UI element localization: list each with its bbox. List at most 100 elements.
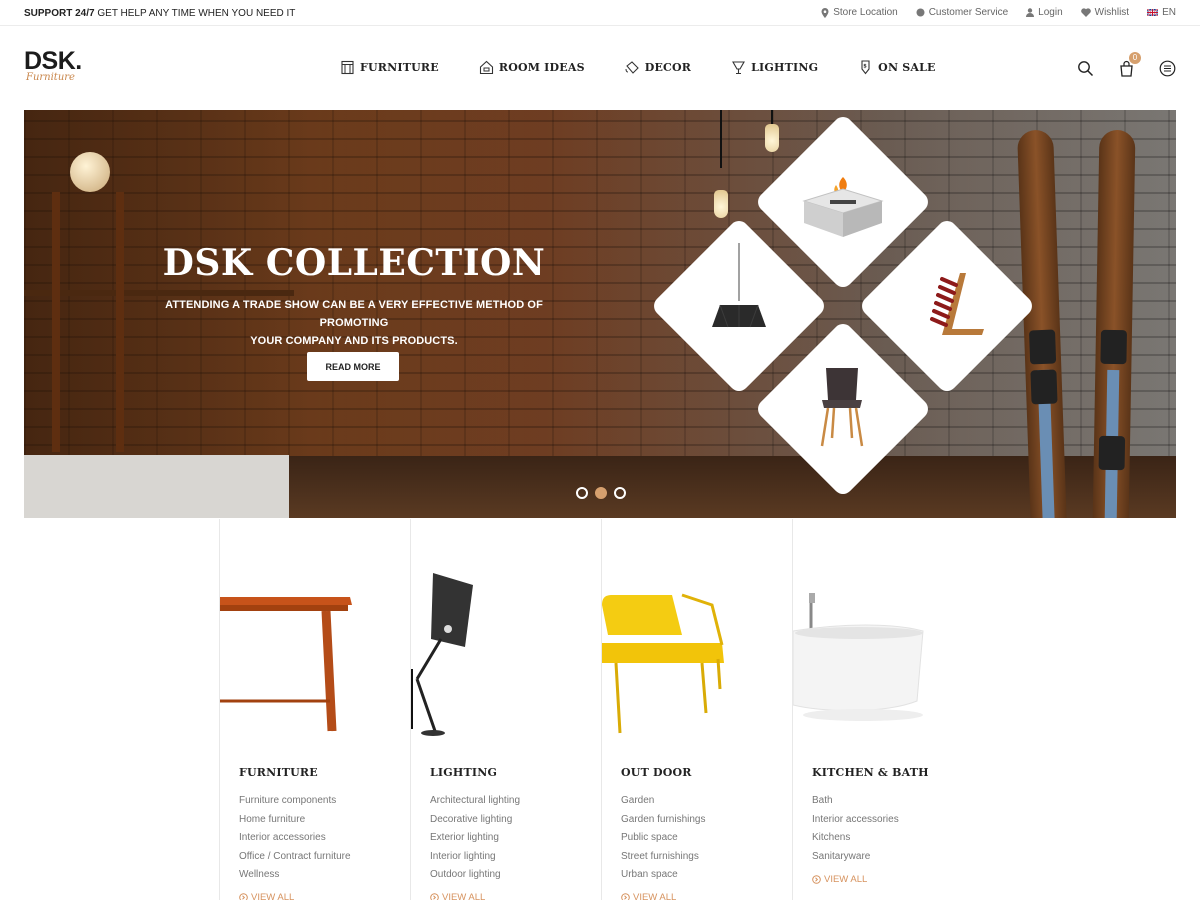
cart-count-badge: 0 — [1129, 52, 1141, 64]
hero-counter — [24, 455, 289, 518]
wishlist-link[interactable]: Wishlist — [1080, 7, 1129, 18]
slider-dot-3[interactable] — [614, 487, 626, 499]
category-link[interactable]: Home furniture — [239, 811, 351, 830]
category-link[interactable]: Furniture components — [239, 792, 351, 811]
arrow-circle-icon — [239, 893, 248, 900]
hero-title: DSK COLLECTION — [162, 242, 546, 284]
store-location-link[interactable]: Store Location — [821, 7, 898, 18]
nav-lighting[interactable]: LIGHTING — [731, 60, 818, 75]
category-link[interactable]: Wellness — [239, 866, 351, 885]
category-link[interactable]: Bath — [812, 792, 899, 811]
hero-subtitle: ATTENDING A TRADE SHOW CAN BE A VERY EFF… — [144, 296, 564, 350]
view-all-label: VIEW ALL — [633, 892, 677, 900]
category-link[interactable]: Outdoor lighting — [430, 866, 520, 885]
language-label: EN — [1162, 7, 1176, 18]
house-icon — [479, 60, 493, 75]
svg-text:$: $ — [863, 64, 867, 70]
main-nav: FURNITURE ROOM IDEAS DECOR LIGHTING $ ON… — [340, 60, 936, 75]
customer-service-label: Customer Service — [928, 7, 1009, 18]
hero-subtitle-line-2: YOUR COMPANY AND ITS PRODUCTS. — [250, 335, 458, 347]
login-label: Login — [1038, 7, 1063, 18]
view-all-link[interactable]: VIEW ALL — [430, 892, 485, 900]
category-title: OUT DOOR — [621, 766, 692, 779]
nav-furniture-label: FURNITURE — [360, 61, 439, 74]
nav-room-ideas[interactable]: ROOM IDEAS — [479, 60, 585, 75]
pendant-cord-2 — [771, 110, 773, 124]
category-link[interactable]: Exterior lighting — [430, 829, 520, 848]
category-link[interactable]: Interior accessories — [239, 829, 351, 848]
header-actions: 0 — [1077, 52, 1176, 77]
category-title: KITCHEN & BATH — [812, 766, 929, 779]
nav-decor-label: DECOR — [644, 61, 692, 74]
nav-room-ideas-label: ROOM IDEAS — [498, 61, 585, 74]
site-logo[interactable]: DSK. Furniture — [24, 47, 82, 84]
nav-furniture[interactable]: FURNITURE — [340, 60, 439, 75]
paint-bucket-icon — [625, 61, 639, 74]
lamp-icon — [732, 61, 746, 75]
nav-decor[interactable]: DECOR — [625, 60, 691, 75]
category-link[interactable]: Urban space — [621, 866, 706, 885]
hero-ski-right — [1092, 129, 1136, 518]
customer-service-link[interactable]: Customer Service — [916, 7, 1008, 18]
pendant-bulb — [714, 190, 728, 218]
cabinet-icon — [341, 60, 354, 75]
logo-subtitle: Furniture — [26, 72, 75, 83]
arrow-circle-icon — [430, 893, 439, 900]
arrow-circle-icon — [812, 875, 821, 884]
category-link[interactable]: Public space — [621, 829, 706, 848]
category-link[interactable]: Office / Contract furniture — [239, 848, 351, 867]
store-location-label: Store Location — [833, 7, 898, 18]
fireplace-image — [802, 177, 884, 237]
menu-icon[interactable] — [1159, 60, 1176, 77]
nav-on-sale-label: ON SALE — [878, 61, 936, 74]
wine-rack-image — [930, 273, 984, 335]
category-kitchen-bath: KITCHEN & BATH Bath Interior accessories… — [792, 519, 983, 900]
category-title: LIGHTING — [430, 766, 498, 779]
hero-stand — [52, 192, 124, 452]
category-links: Garden Garden furnishings Public space S… — [621, 792, 706, 885]
category-link[interactable]: Interior accessories — [812, 811, 899, 830]
category-link[interactable]: Decorative lighting — [430, 811, 520, 830]
hero-subtitle-line-1: ATTENDING A TRADE SHOW CAN BE A VERY EFF… — [165, 299, 543, 329]
pendant-cord — [720, 110, 722, 168]
view-all-link[interactable]: VIEW ALL — [621, 892, 676, 900]
pendant-lamp-image — [712, 243, 766, 328]
category-furniture: FURNITURE Furniture components Home furn… — [219, 519, 410, 900]
category-link[interactable]: Kitchens — [812, 829, 899, 848]
category-link[interactable]: Garden — [621, 792, 706, 811]
view-all-link[interactable]: VIEW ALL — [812, 874, 867, 885]
view-all-label: VIEW ALL — [824, 874, 868, 885]
category-link[interactable]: Interior lighting — [430, 848, 520, 867]
category-link[interactable]: Street furnishings — [621, 848, 706, 867]
read-more-button[interactable]: READ MORE — [307, 352, 399, 381]
user-icon — [1026, 8, 1035, 17]
nav-lighting-label: LIGHTING — [751, 61, 819, 74]
arrow-circle-icon — [621, 893, 630, 900]
category-title: FURNITURE — [239, 766, 318, 779]
support-text: SUPPORT 24/7 GET HELP ANY TIME WHEN YOU … — [24, 8, 295, 19]
hero-globe-lamp — [70, 152, 110, 192]
language-selector[interactable]: EN — [1147, 7, 1176, 18]
nav-on-sale[interactable]: $ ON SALE — [858, 60, 935, 75]
map-pin-icon — [821, 7, 829, 18]
chair-image — [820, 368, 864, 447]
site-header: DSK. Furniture FURNITURE ROOM IDEAS DECO… — [0, 26, 1200, 110]
category-link[interactable]: Sanitaryware — [812, 848, 899, 867]
support-strong: SUPPORT 24/7 — [24, 8, 95, 19]
view-all-label: VIEW ALL — [251, 892, 295, 900]
category-link[interactable]: Garden furnishings — [621, 811, 706, 830]
view-all-link[interactable]: VIEW ALL — [239, 892, 294, 900]
logo-mark: DSK. — [24, 47, 82, 75]
login-link[interactable]: Login — [1026, 7, 1063, 18]
category-link[interactable]: Architectural lighting — [430, 792, 520, 811]
headset-icon — [916, 8, 925, 17]
category-outdoor: OUT DOOR Garden Garden furnishings Publi… — [601, 519, 792, 900]
search-icon[interactable] — [1077, 60, 1094, 77]
category-links: Bath Interior accessories Kitchens Sanit… — [812, 792, 899, 866]
category-lighting: LIGHTING Architectural lighting Decorati… — [410, 519, 601, 900]
slider-dot-2[interactable] — [595, 487, 607, 499]
bench-image — [602, 593, 724, 734]
cart-icon[interactable]: 0 — [1118, 52, 1141, 77]
table-image — [220, 597, 352, 732]
slider-dot-1[interactable] — [576, 487, 588, 499]
